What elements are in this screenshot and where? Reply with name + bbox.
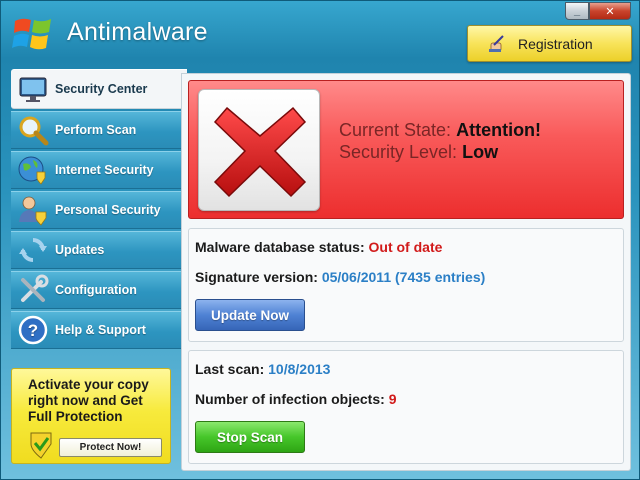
last-scan-label: Last scan: [195,361,265,377]
user-shield-icon [19,196,47,226]
app-title: Antimalware [67,18,208,46]
status-lines: Current State: Attention! Security Level… [339,119,541,163]
database-panel: Malware database status: Out of date Sig… [188,228,624,342]
window-controls: _ ✕ [565,2,631,20]
security-level-value: Low [462,142,499,162]
sidebar-item-personal-security[interactable]: Personal Security [11,191,181,229]
security-level-label: Security Level: [339,142,458,162]
sidebar-item-label: Internet Security [55,163,154,177]
alert-banner: Current State: Attention! Security Level… [188,80,624,219]
windows-logo-icon [11,11,55,55]
promo-text: Activate your copy right now and Get Ful… [28,377,168,425]
promo-line-2: right now and [28,393,117,408]
sidebar-item-updates[interactable]: Updates [11,231,181,269]
sidebar: Security Center Perform Scan Internet Se… [11,69,187,351]
minimize-icon: _ [573,5,581,17]
security-level-line: Security Level: Low [339,141,541,163]
registration-button[interactable]: Registration [467,25,632,62]
question-icon: ? [18,315,48,345]
stop-scan-button[interactable]: Stop Scan [195,421,305,453]
close-button[interactable]: ✕ [589,2,631,20]
magnifier-icon [19,116,49,146]
main-panel: Current State: Attention! Security Level… [181,73,631,471]
promo-line-2-bold: Get [120,393,143,408]
sidebar-item-label: Help & Support [55,323,146,337]
sidebar-item-label: Security Center [55,82,148,96]
sidebar-item-perform-scan[interactable]: Perform Scan [11,111,181,149]
sidebar-item-internet-security[interactable]: Internet Security [11,151,181,189]
update-now-button[interactable]: Update Now [195,299,305,331]
tools-icon [21,274,49,302]
shield-check-icon [30,432,52,459]
minimize-button[interactable]: _ [565,2,589,20]
last-scan-value: 10/8/2013 [268,361,331,377]
signature-version-label: Signature version: [195,269,318,285]
red-x-icon [213,106,307,198]
current-state-value: Attention! [456,120,542,140]
promo-line-3: Full Protection [28,409,123,424]
last-scan-row: Last scan: 10/8/2013 [195,361,330,377]
promo-line-1: Activate your copy [28,377,149,392]
scan-panel: Last scan: 10/8/2013 Number of infection… [188,350,624,464]
current-state-label: Current State: [339,120,452,140]
infection-count-label: Number of infection objects: [195,391,385,407]
sidebar-item-label: Updates [55,243,105,257]
sidebar-item-label: Personal Security [55,203,161,217]
sidebar-item-label: Perform Scan [55,123,137,137]
current-state-line: Current State: Attention! [339,119,541,141]
sidebar-item-configuration[interactable]: Configuration [11,271,181,309]
monitor-icon [19,77,47,102]
registration-label: Registration [518,35,593,52]
signature-version-value: 05/06/2011 (7435 entries) [321,269,486,285]
database-status-value: Out of date [368,239,443,255]
hand-pen-icon [489,34,504,52]
sidebar-item-security-center[interactable]: Security Center [11,69,187,109]
activation-promo: Activate your copy right now and Get Ful… [11,368,171,464]
alert-x-box [198,89,320,211]
globe-shield-icon [18,156,46,185]
protect-now-button[interactable]: Protect Now! [59,438,162,457]
database-status-row: Malware database status: Out of date [195,239,442,255]
svg-text:?: ? [28,321,38,340]
sidebar-item-label: Configuration [55,283,137,297]
infection-count-row: Number of infection objects: 9 [195,391,396,407]
database-status-label: Malware database status: [195,239,365,255]
close-icon: ✕ [605,5,615,18]
infection-count-value: 9 [388,391,397,407]
signature-version-row: Signature version: 05/06/2011 (7435 entr… [195,269,485,285]
sidebar-item-help-support[interactable]: ? Help & Support [11,311,181,349]
app-window: Antimalware _ ✕ Registration Security Ce… [0,0,640,480]
refresh-icon [19,238,47,262]
